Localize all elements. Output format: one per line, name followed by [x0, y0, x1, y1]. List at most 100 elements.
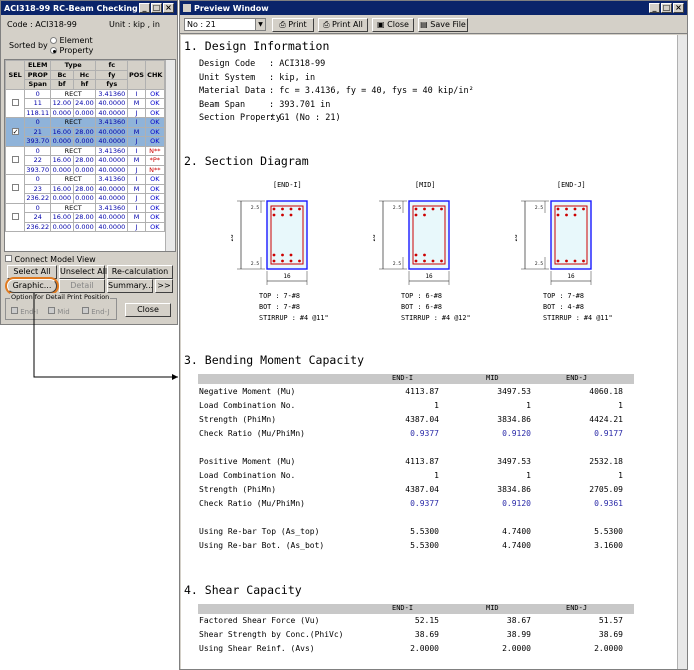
- bottom-rebar: [556, 259, 560, 263]
- height-dim-text: 28: [515, 234, 519, 242]
- bending-row: Check Ratio (Mu/PhiMn) 0.9377 0.9120 0.9361: [199, 499, 623, 511]
- preview-page: 1. Design Information Design Code: ACI31…: [181, 35, 677, 669]
- concrete-section: [550, 200, 592, 270]
- design-info-key: Design Code: [199, 59, 256, 69]
- row-value: 2532.18: [589, 457, 623, 466]
- app-icon: [183, 4, 191, 12]
- top-rebar: [289, 207, 293, 211]
- bottom-rebar-text: BOT : 7-#8: [259, 303, 300, 311]
- member-select[interactable]: No : 21 ▼: [184, 18, 266, 31]
- row-value: 4.7400: [502, 527, 531, 536]
- preview-scrollbar[interactable]: [677, 35, 687, 669]
- print-all-button[interactable]: ⎙ Print All: [318, 18, 368, 32]
- preview-toolbar: No : 21 ▼ ⎙ Print ⎙ Print All ▣ Close ▤ …: [180, 16, 687, 34]
- top-rebar: [565, 213, 568, 217]
- bottom-rebar: [298, 259, 301, 263]
- close-button[interactable]: ▣ Close: [372, 18, 414, 32]
- bottom-rebar: [289, 253, 293, 257]
- design-info-value: : fc = 3.4136, fy = 40, fys = 40 kip/in²: [269, 86, 474, 96]
- row-label: Using Re-bar Top (As_top): [199, 527, 320, 536]
- row-value: 5.5300: [594, 527, 623, 536]
- row-value: 2.0000: [410, 644, 439, 653]
- row-label: Strength (PhiMn): [199, 415, 277, 424]
- row-value: 0.9361: [594, 499, 623, 508]
- bottom-rebar: [565, 259, 568, 263]
- design-info-key: Beam Span: [199, 99, 246, 110]
- printer-icon: ⎙: [279, 20, 286, 29]
- design-info-row: Material Data: fc = 3.4136, fy = 40, fys…: [199, 86, 474, 96]
- row-label: Using Shear Reinf. (Avs): [199, 644, 315, 653]
- row-value: 3497.53: [497, 387, 531, 396]
- bottom-rebar: [440, 259, 443, 263]
- save-file-button[interactable]: ▤ Save File: [418, 18, 468, 32]
- bottom-rebar: [281, 259, 284, 263]
- row-label: Load Combination No.: [199, 471, 296, 480]
- row-value: 4060.18: [589, 387, 623, 396]
- top-rebar: [289, 213, 293, 217]
- preview-titlebar: Preview Window _ □ ×: [180, 1, 687, 15]
- diagram-label: [END-I]: [273, 181, 302, 189]
- bending-column-header: END-I MID END-J: [198, 374, 634, 384]
- top-rebar: [414, 207, 418, 211]
- concrete-section: [266, 200, 308, 270]
- maximize-icon[interactable]: □: [661, 3, 672, 13]
- row-label: Load Combination No.: [199, 401, 296, 410]
- row-value: 52.15: [414, 616, 439, 625]
- row-value: 51.57: [598, 616, 623, 625]
- bottom-cover-dim-text: 2.5: [393, 261, 401, 267]
- top-cover-dim-text: 2.5: [251, 205, 259, 211]
- stirrup-text: STIRRUP : #4 @12": [401, 314, 471, 322]
- section-section-diagram: 2. Section Diagram: [184, 154, 309, 168]
- design-info-value: : 393.701 in: [269, 99, 331, 110]
- shear-column-header: END-I MID END-J: [198, 604, 634, 614]
- row-value: 1: [526, 471, 531, 480]
- row-value: 1: [434, 471, 439, 480]
- top-rebar: [272, 207, 276, 211]
- bending-row: Load Combination No. 1 1 1: [199, 401, 623, 413]
- close-icon[interactable]: ×: [673, 3, 684, 13]
- col-mid: MID: [486, 604, 499, 612]
- chevron-down-icon[interactable]: ▼: [255, 19, 265, 30]
- design-info-value: : G1 (No : 21): [269, 113, 341, 123]
- bottom-rebar: [272, 253, 276, 257]
- bending-row: Positive Moment (Mu) 4113.87 3497.53 2532.1…: [199, 457, 623, 469]
- row-value: 1: [434, 401, 439, 410]
- row-value: 0.9377: [410, 429, 439, 438]
- col-end-i: END-I: [392, 604, 414, 612]
- minimize-icon[interactable]: _: [649, 3, 660, 13]
- top-rebar: [556, 213, 560, 217]
- bottom-rebar: [289, 259, 293, 263]
- row-value: 2.0000: [594, 644, 623, 653]
- col-end-j: END-J: [566, 604, 588, 612]
- section-shear-capacity: 4. Shear Capacity: [184, 583, 302, 597]
- row-value: 0.9120: [502, 429, 531, 438]
- row-value: 4387.04: [405, 415, 439, 424]
- height-dim-text: 28: [231, 234, 235, 242]
- row-value: 0.9120: [502, 499, 531, 508]
- bending-row: Check Ratio (Mu/PhiMn) 0.9377 0.9120 0.9177: [199, 429, 623, 441]
- section-design-information: 1. Design Information: [184, 39, 330, 53]
- row-value: 4113.87: [405, 387, 439, 396]
- row-label: Check Ratio (Mu/PhiMn): [199, 499, 305, 508]
- design-info-key: Material Data: [199, 86, 266, 96]
- row-value: 38.67: [506, 616, 531, 625]
- design-info-key: Section Property: [199, 113, 281, 123]
- row-value: 3497.53: [497, 457, 531, 466]
- row-value: 1: [526, 401, 531, 410]
- top-cover-dim-text: 2.5: [393, 205, 401, 211]
- preview-window: Preview Window _ □ × No : 21 ▼ ⎙ Print ⎙…: [179, 0, 688, 670]
- top-rebar: [298, 207, 301, 211]
- shear-row: Using Shear Reinf. (Avs) 2.0000 2.0000 2.00…: [199, 644, 623, 656]
- close-doc-icon: ▣: [377, 20, 385, 29]
- top-rebar: [573, 213, 577, 217]
- bottom-rebar: [414, 259, 418, 263]
- print-button[interactable]: ⎙ Print: [272, 18, 314, 32]
- top-rebar: [414, 213, 418, 217]
- design-info-value: : kip, in: [269, 72, 316, 83]
- bottom-rebar: [431, 259, 435, 263]
- design-info-key: Unit System: [199, 72, 256, 83]
- bottom-rebar: [281, 253, 284, 257]
- concrete-section: [408, 200, 450, 270]
- bottom-rebar: [573, 259, 577, 263]
- top-rebar: [440, 207, 443, 211]
